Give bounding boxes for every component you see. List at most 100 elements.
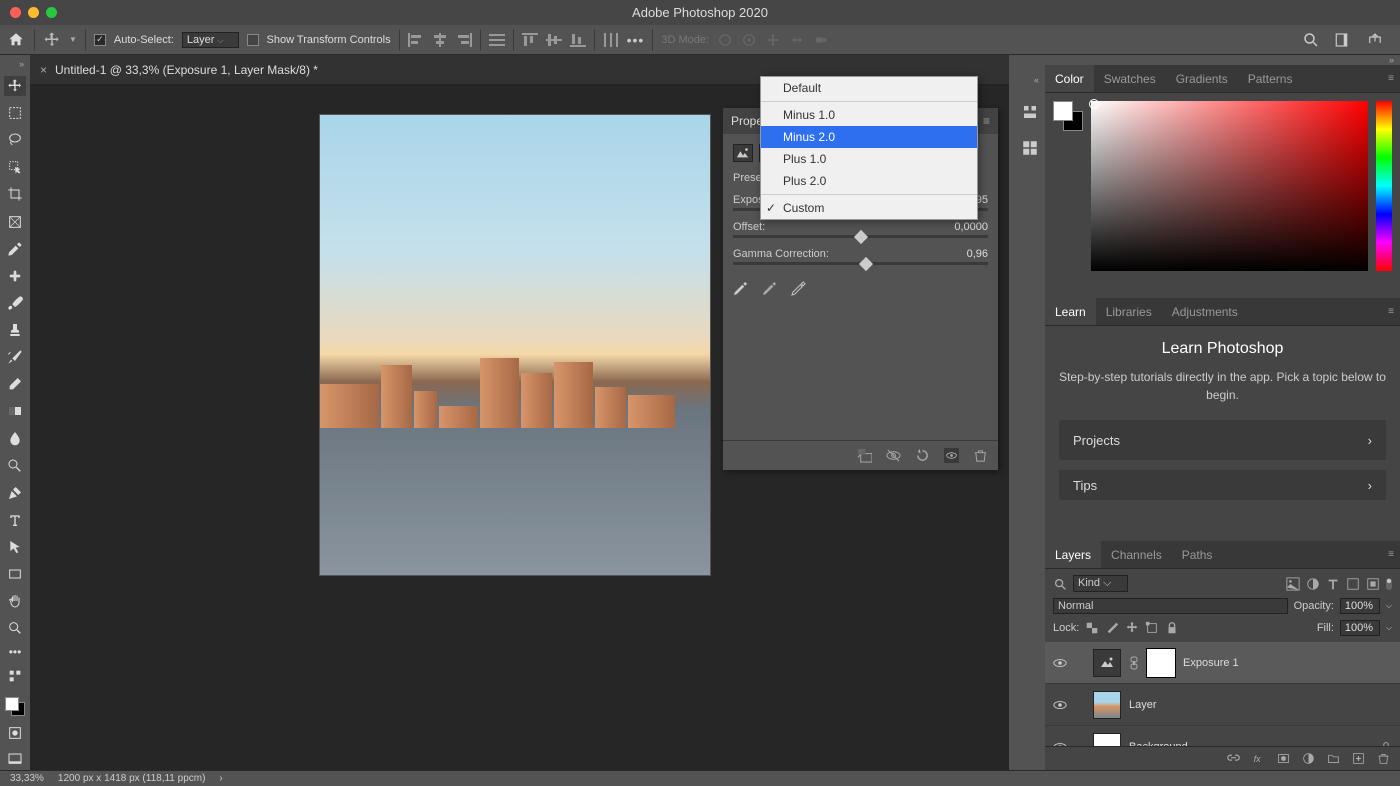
layer-row[interactable]: Exposure 1 bbox=[1045, 642, 1400, 684]
filter-smart-icon[interactable] bbox=[1366, 577, 1380, 591]
rectangle-tool[interactable] bbox=[4, 564, 26, 584]
link-layers-icon[interactable] bbox=[1227, 752, 1240, 765]
object-select-tool[interactable] bbox=[4, 157, 26, 177]
panel-menu-icon[interactable]: ≡ bbox=[1388, 549, 1394, 560]
type-tool[interactable] bbox=[4, 510, 26, 530]
dropdown-item[interactable]: Default bbox=[761, 77, 977, 99]
dropdown-item[interactable]: Minus 1.0 bbox=[761, 104, 977, 126]
canvas-image[interactable] bbox=[320, 115, 710, 575]
frame-tool[interactable] bbox=[4, 212, 26, 232]
tab-paths[interactable]: Paths bbox=[1172, 541, 1223, 568]
eyedropper-gray-icon[interactable] bbox=[762, 281, 777, 296]
show-transform-checkbox[interactable] bbox=[247, 34, 259, 46]
link-icon[interactable] bbox=[1129, 656, 1139, 670]
preset-dropdown[interactable]: Default Minus 1.0 Minus 2.0 Plus 1.0 Plu… bbox=[760, 76, 978, 220]
mask-thumb[interactable] bbox=[1147, 649, 1175, 677]
filter-shape-icon[interactable] bbox=[1346, 577, 1360, 591]
zoom-tool[interactable] bbox=[4, 618, 26, 638]
tab-color[interactable]: Color bbox=[1045, 65, 1094, 92]
offset-value[interactable]: 0,0000 bbox=[954, 221, 988, 233]
lock-position-icon[interactable] bbox=[1125, 621, 1139, 635]
adjustment-layer-icon[interactable] bbox=[1302, 752, 1315, 765]
panel-menu-icon[interactable]: ≡ bbox=[983, 114, 990, 128]
doc-info[interactable]: 1200 px x 1418 px (118,11 ppcm) bbox=[58, 773, 206, 784]
filter-type-icon[interactable] bbox=[1326, 577, 1340, 591]
align-right-icon[interactable] bbox=[456, 33, 472, 47]
align-left-icon[interactable] bbox=[408, 33, 424, 47]
move-tool[interactable] bbox=[4, 76, 26, 96]
layer-filter-kind[interactable]: Kind ⌵ bbox=[1073, 575, 1128, 592]
eraser-tool[interactable] bbox=[4, 374, 26, 394]
healing-tool[interactable] bbox=[4, 266, 26, 286]
visibility-icon[interactable] bbox=[1053, 698, 1067, 712]
layer-style-icon[interactable]: fx bbox=[1252, 752, 1265, 765]
visibility-icon[interactable] bbox=[1053, 656, 1067, 670]
dropdown-item[interactable]: Plus 1.0 bbox=[761, 148, 977, 170]
layer-row[interactable]: Layer bbox=[1045, 684, 1400, 726]
lasso-tool[interactable] bbox=[4, 130, 26, 150]
eyedropper-tool[interactable] bbox=[4, 239, 26, 259]
screenmode-icon[interactable] bbox=[4, 750, 26, 770]
window-close-icon[interactable] bbox=[10, 7, 21, 18]
panel-menu-icon[interactable]: ≡ bbox=[1388, 306, 1394, 317]
align-vcenter-icon[interactable] bbox=[546, 33, 562, 47]
tab-channels[interactable]: Channels bbox=[1101, 541, 1172, 568]
gamma-value[interactable]: 0,96 bbox=[967, 248, 988, 260]
status-chevron-icon[interactable]: › bbox=[219, 773, 222, 784]
home-icon[interactable] bbox=[6, 31, 26, 49]
fill-input[interactable]: 100% bbox=[1340, 620, 1380, 636]
crop-tool[interactable] bbox=[4, 184, 26, 204]
tab-patterns[interactable]: Patterns bbox=[1238, 65, 1303, 92]
blend-mode-dropdown[interactable]: Normal bbox=[1053, 598, 1288, 614]
view-previous-icon[interactable] bbox=[886, 448, 901, 463]
share-icon[interactable] bbox=[1366, 31, 1384, 49]
window-minimize-icon[interactable] bbox=[28, 7, 39, 18]
info-panel-icon[interactable] bbox=[1021, 139, 1039, 157]
color-swatches[interactable] bbox=[5, 697, 25, 715]
distribute-icon[interactable] bbox=[489, 33, 505, 47]
tab-swatches[interactable]: Swatches bbox=[1094, 65, 1166, 92]
close-tab-icon[interactable]: × bbox=[40, 63, 47, 77]
lock-all-icon[interactable] bbox=[1165, 621, 1179, 635]
panel-menu-icon[interactable]: ≡ bbox=[1388, 73, 1394, 84]
quickmask-icon[interactable] bbox=[4, 723, 26, 743]
align-top-icon[interactable] bbox=[522, 33, 538, 47]
search-icon[interactable] bbox=[1053, 577, 1067, 591]
search-icon[interactable] bbox=[1302, 31, 1320, 49]
eyedropper-white-icon[interactable] bbox=[791, 281, 806, 296]
path-select-tool[interactable] bbox=[4, 537, 26, 557]
tab-gradients[interactable]: Gradients bbox=[1166, 65, 1238, 92]
more-tools-icon[interactable]: ••• bbox=[9, 645, 22, 659]
color-picker[interactable] bbox=[1045, 93, 1400, 298]
tab-layers[interactable]: Layers bbox=[1045, 541, 1101, 568]
blur-tool[interactable] bbox=[4, 428, 26, 448]
pen-tool[interactable] bbox=[4, 483, 26, 503]
edit-toolbar-icon[interactable] bbox=[4, 666, 26, 686]
opacity-input[interactable]: 100% bbox=[1340, 598, 1380, 614]
history-panel-icon[interactable] bbox=[1021, 103, 1039, 121]
learn-projects-button[interactable]: Projects› bbox=[1059, 420, 1386, 460]
learn-tips-button[interactable]: Tips› bbox=[1059, 470, 1386, 500]
marquee-tool[interactable] bbox=[4, 103, 26, 123]
filter-adjust-icon[interactable] bbox=[1306, 577, 1320, 591]
dropdown-item[interactable]: Plus 2.0 bbox=[761, 170, 977, 192]
more-options-icon[interactable]: ••• bbox=[627, 32, 645, 48]
group-icon[interactable] bbox=[1327, 752, 1340, 765]
stamp-tool[interactable] bbox=[4, 320, 26, 340]
lock-transparent-icon[interactable] bbox=[1085, 621, 1099, 635]
filter-toggle[interactable] bbox=[1386, 578, 1392, 590]
align-bottom-icon[interactable] bbox=[570, 33, 586, 47]
eyedropper-black-icon[interactable] bbox=[733, 281, 748, 296]
history-brush-tool[interactable] bbox=[4, 347, 26, 367]
delete-adjustment-icon[interactable] bbox=[973, 448, 988, 463]
lock-artboard-icon[interactable] bbox=[1145, 621, 1159, 635]
reset-icon[interactable] bbox=[915, 448, 930, 463]
filter-image-icon[interactable] bbox=[1286, 577, 1300, 591]
layer-row[interactable]: Background bbox=[1045, 726, 1400, 746]
tab-learn[interactable]: Learn bbox=[1045, 298, 1096, 325]
tab-libraries[interactable]: Libraries bbox=[1096, 298, 1162, 325]
offset-slider[interactable] bbox=[733, 235, 988, 238]
dodge-tool[interactable] bbox=[4, 456, 26, 476]
lock-image-icon[interactable] bbox=[1105, 621, 1119, 635]
align-hcenter-icon[interactable] bbox=[432, 33, 448, 47]
